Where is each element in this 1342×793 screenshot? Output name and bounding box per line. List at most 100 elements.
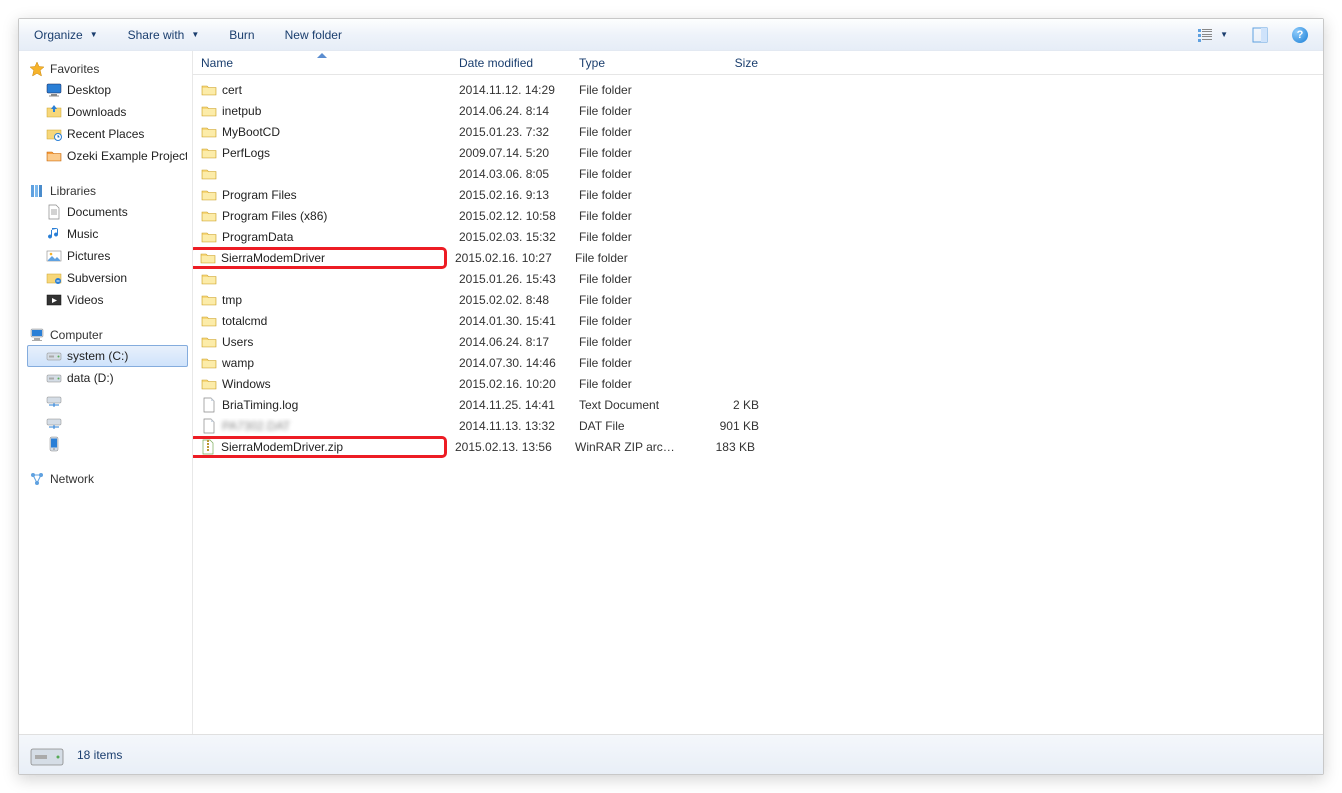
file-name: BriaTiming.log	[222, 398, 298, 412]
folder-icon	[201, 376, 217, 392]
share-with-button[interactable]: Share with▼	[119, 24, 209, 46]
organize-button[interactable]: Organize▼	[25, 24, 107, 46]
music-icon	[46, 226, 62, 242]
file-row[interactable]: 2014.03.06. 8:05File folder	[193, 163, 1323, 184]
file-list-pane: Name Date modified Type Size cert2014.11…	[193, 51, 1323, 734]
doc-icon	[46, 204, 62, 220]
file-type: File folder	[571, 335, 689, 349]
file-row[interactable]: MyBootCD2015.01.23. 7:32File folder	[193, 121, 1323, 142]
file-date: 2009.07.14. 5:20	[451, 146, 571, 160]
nav-item[interactable]: Recent Places	[27, 123, 188, 145]
explorer-window: Organize▼ Share with▼ Burn New folder ▼ …	[18, 18, 1324, 775]
file-type: File folder	[571, 167, 689, 181]
drive-icon	[46, 370, 62, 386]
file-type: Text Document	[571, 398, 689, 412]
file-row[interactable]: inetpub2014.06.24. 8:14File folder	[193, 100, 1323, 121]
file-date: 2014.03.06. 8:05	[451, 167, 571, 181]
file-name: Windows	[222, 377, 271, 391]
column-type[interactable]: Type	[571, 51, 689, 74]
star-icon	[29, 61, 45, 77]
file-date: 2014.11.13. 13:32	[451, 419, 571, 433]
file-name: Program Files	[222, 188, 297, 202]
chevron-down-icon: ▼	[90, 30, 98, 39]
network-group: Network	[27, 469, 188, 489]
folder-icon	[201, 124, 217, 140]
folder-icon	[200, 250, 216, 266]
file-row[interactable]: SierraModemDriver2015.02.16. 10:27File f…	[193, 247, 1323, 268]
file-row[interactable]: 2015.01.26. 15:43File folder	[193, 268, 1323, 289]
column-name[interactable]: Name	[193, 51, 451, 74]
nav-item[interactable]: Ozeki Example Projects	[27, 145, 188, 167]
column-date[interactable]: Date modified	[451, 51, 571, 74]
file-name: SierraModemDriver	[221, 251, 325, 265]
navigation-pane: Favorites DesktopDownloadsRecent PlacesO…	[19, 51, 193, 734]
file-date: 2015.02.02. 8:48	[451, 293, 571, 307]
file-type: File folder	[571, 146, 689, 160]
nav-item[interactable]	[27, 389, 188, 411]
computer-header[interactable]: Computer	[27, 325, 188, 345]
nav-item[interactable]: Music	[27, 223, 188, 245]
netdrive-icon	[46, 392, 62, 408]
file-type: File folder	[571, 314, 689, 328]
file-row[interactable]: Program Files (x86)2015.02.12. 10:58File…	[193, 205, 1323, 226]
file-name: Users	[222, 335, 253, 349]
file-row[interactable]: Program Files2015.02.16. 9:13File folder	[193, 184, 1323, 205]
file-icon	[201, 418, 217, 434]
nav-item[interactable]: Subversion	[27, 267, 188, 289]
preview-pane-button[interactable]	[1243, 23, 1277, 47]
file-type: WinRAR ZIP archive	[567, 440, 685, 454]
help-button[interactable]: ?	[1283, 23, 1317, 47]
netdrive-icon	[46, 414, 62, 430]
file-name: MyBootCD	[222, 125, 280, 139]
file-row[interactable]: wamp2014.07.30. 14:46File folder	[193, 352, 1323, 373]
new-folder-button[interactable]: New folder	[276, 24, 351, 46]
file-date: 2015.02.16. 10:27	[447, 251, 567, 265]
folder-icon	[201, 208, 217, 224]
file-name: totalcmd	[222, 314, 267, 328]
drive-icon	[46, 348, 62, 364]
view-mode-button[interactable]: ▼	[1188, 23, 1237, 47]
chevron-down-icon: ▼	[191, 30, 199, 39]
file-row[interactable]: Windows2015.02.16. 10:20File folder	[193, 373, 1323, 394]
burn-button[interactable]: Burn	[220, 24, 263, 46]
file-row[interactable]: PA7302.DAT2014.11.13. 13:32DAT File901 K…	[193, 415, 1323, 436]
nav-item[interactable]	[27, 411, 188, 433]
file-name: wamp	[222, 356, 254, 370]
file-type: File folder	[571, 104, 689, 118]
file-icon	[201, 397, 217, 413]
file-date: 2014.11.12. 14:29	[451, 83, 571, 97]
zip-icon	[200, 439, 216, 455]
file-type: File folder	[571, 293, 689, 307]
file-row[interactable]: Users2014.06.24. 8:17File folder	[193, 331, 1323, 352]
nav-item[interactable]: data (D:)	[27, 367, 188, 389]
nav-item[interactable]: Desktop	[27, 79, 188, 101]
video-icon	[46, 292, 62, 308]
file-row[interactable]: totalcmd2014.01.30. 15:41File folder	[193, 310, 1323, 331]
view-icon	[1197, 27, 1213, 43]
nav-item[interactable]: Documents	[27, 201, 188, 223]
column-size[interactable]: Size	[689, 51, 767, 74]
nav-item[interactable]: Videos	[27, 289, 188, 311]
file-date: 2015.02.12. 10:58	[451, 209, 571, 223]
file-row[interactable]: tmp2015.02.02. 8:48File folder	[193, 289, 1323, 310]
file-name: SierraModemDriver.zip	[221, 440, 343, 454]
file-row[interactable]: SierraModemDriver.zip 2015.02.13. 13:56Wi…	[193, 436, 1323, 457]
file-row[interactable]: ProgramData2015.02.03. 15:32File folder	[193, 226, 1323, 247]
nav-item[interactable]: Pictures	[27, 245, 188, 267]
nav-item[interactable]: Downloads	[27, 101, 188, 123]
file-type: File folder	[571, 188, 689, 202]
file-row[interactable]: PerfLogs2009.07.14. 5:20File folder	[193, 142, 1323, 163]
status-bar: 18 items	[19, 734, 1323, 774]
file-size: 901 KB	[689, 419, 767, 433]
file-date: 2015.02.13. 13:56	[447, 440, 567, 454]
file-row[interactable]: cert2014.11.12. 14:29File folder	[193, 79, 1323, 100]
nav-item[interactable]	[27, 433, 188, 455]
file-date: 2015.02.16. 10:20	[451, 377, 571, 391]
libraries-header[interactable]: Libraries	[27, 181, 188, 201]
nav-item[interactable]: system (C:)	[27, 345, 188, 367]
file-row[interactable]: BriaTiming.log2014.11.25. 14:41Text Docu…	[193, 394, 1323, 415]
favorites-header[interactable]: Favorites	[27, 59, 188, 79]
folder-icon	[201, 229, 217, 245]
file-type: File folder	[571, 356, 689, 370]
network-header[interactable]: Network	[27, 469, 188, 489]
